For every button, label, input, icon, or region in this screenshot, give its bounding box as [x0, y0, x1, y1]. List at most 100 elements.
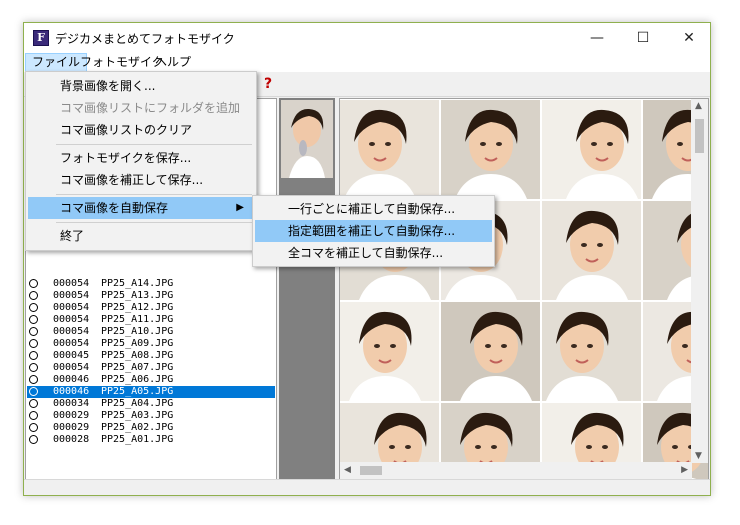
window-title: デジカメまとめてフォトモザイク — [55, 32, 235, 46]
menu-separator — [56, 144, 252, 145]
vertical-scroll-thumb[interactable] — [695, 119, 704, 153]
list-item-filename: PP25_A06.JPG — [101, 374, 174, 385]
radio-icon[interactable] — [29, 375, 38, 384]
preview-pane — [279, 98, 335, 480]
title-bar: F デジカメまとめてフォトモザイク — ☐ ✕ — [24, 23, 710, 53]
mosaic-tile — [441, 302, 540, 401]
list-item-filename: PP25_A13.JPG — [101, 290, 174, 301]
help-icon[interactable]: ? — [264, 76, 272, 92]
list-item-count: 000046 — [53, 386, 90, 397]
list-item-count: 000054 — [53, 302, 90, 313]
radio-icon[interactable] — [29, 351, 38, 360]
list-item-filename: PP25_A07.JPG — [101, 362, 174, 373]
mosaic-tile — [542, 100, 641, 199]
radio-icon[interactable] — [29, 387, 38, 396]
menu-save-corrected[interactable]: コマ画像を補正して保存... — [28, 169, 254, 191]
radio-icon[interactable] — [29, 435, 38, 444]
close-button[interactable]: ✕ — [666, 23, 712, 53]
list-item-filename: PP25_A11.JPG — [101, 314, 174, 325]
mosaic-tile — [542, 201, 641, 300]
menu-auto-save[interactable]: コマ画像を自動保存 ▶ — [28, 197, 254, 219]
mosaic-canvas[interactable]: ▲ ▼ ◀ ▶ — [339, 98, 709, 480]
radio-icon[interactable] — [29, 423, 38, 432]
list-item-filename: PP25_A10.JPG — [101, 326, 174, 337]
radio-icon[interactable] — [29, 291, 38, 300]
horizontal-scroll-thumb[interactable] — [360, 466, 382, 475]
scroll-up-icon[interactable]: ▲ — [695, 101, 702, 111]
list-item-count: 000054 — [53, 278, 90, 289]
list-item[interactable]: 000029 PP25_A03.JPG — [27, 410, 275, 422]
menu-save-mosaic[interactable]: フォトモザイクを保存... — [28, 147, 254, 169]
list-item[interactable]: 000046 PP25_A06.JPG — [27, 374, 275, 386]
list-item-filename: PP25_A03.JPG — [101, 410, 174, 421]
list-item[interactable]: 000054 PP25_A14.JPG — [27, 278, 275, 290]
scroll-left-icon[interactable]: ◀ — [344, 465, 351, 475]
radio-icon[interactable] — [29, 399, 38, 408]
list-item[interactable]: 000054 PP25_A07.JPG — [27, 362, 275, 374]
list-item[interactable]: 000046 PP25_A05.JPG — [27, 386, 275, 398]
list-item-count: 000034 — [53, 398, 90, 409]
radio-icon[interactable] — [29, 315, 38, 324]
file-menu-dropdown: 背景画像を開く... コマ画像リストにフォルダを追加 コマ画像リストのクリア フ… — [25, 71, 257, 251]
list-item-count: 000046 — [53, 374, 90, 385]
list-item-filename: PP25_A04.JPG — [101, 398, 174, 409]
list-item-count: 000028 — [53, 434, 90, 445]
submenu-all-auto-save[interactable]: 全コマを補正して自動保存... — [255, 242, 492, 264]
mosaic-tile — [340, 100, 439, 199]
list-item[interactable]: 000028 PP25_A01.JPG — [27, 434, 275, 446]
scroll-right-icon[interactable]: ▶ — [681, 465, 688, 475]
vertical-scrollbar[interactable]: ▲ ▼ — [691, 99, 708, 463]
list-item-filename: PP25_A05.JPG — [101, 386, 174, 397]
scroll-down-icon[interactable]: ▼ — [695, 451, 702, 461]
list-item-filename: PP25_A02.JPG — [101, 422, 174, 433]
list-item[interactable]: 000054 PP25_A10.JPG — [27, 326, 275, 338]
app-icon: F — [33, 30, 49, 46]
radio-icon[interactable] — [29, 279, 38, 288]
radio-icon[interactable] — [29, 303, 38, 312]
list-item-count: 000045 — [53, 350, 90, 361]
auto-save-submenu: 一行ごとに補正して自動保存... 指定範囲を補正して自動保存... 全コマを補正… — [252, 195, 495, 267]
list-item-filename: PP25_A09.JPG — [101, 338, 174, 349]
list-item[interactable]: 000054 PP25_A12.JPG — [27, 302, 275, 314]
list-item[interactable]: 000034 PP25_A04.JPG — [27, 398, 275, 410]
list-item[interactable]: 000029 PP25_A02.JPG — [27, 422, 275, 434]
submenu-row-auto-save[interactable]: 一行ごとに補正して自動保存... — [255, 198, 492, 220]
menu-clear-list[interactable]: コマ画像リストのクリア — [28, 119, 254, 141]
list-item[interactable]: 000045 PP25_A08.JPG — [27, 350, 275, 362]
menu-separator — [56, 222, 252, 223]
preview-thumbnail — [281, 100, 333, 178]
maximize-button[interactable]: ☐ — [620, 23, 666, 53]
list-item-count: 000054 — [53, 338, 90, 349]
list-item-count: 000054 — [53, 290, 90, 301]
list-item-count: 000054 — [53, 362, 90, 373]
submenu-arrow-icon: ▶ — [236, 202, 244, 213]
list-item-count: 000054 — [53, 314, 90, 325]
menu-add-folder: コマ画像リストにフォルダを追加 — [60, 101, 241, 115]
list-item-filename: PP25_A01.JPG — [101, 434, 174, 445]
menu-exit[interactable]: 終了 — [28, 225, 254, 247]
status-bar — [24, 479, 710, 495]
radio-icon[interactable] — [29, 327, 38, 336]
list-item[interactable]: 000054 PP25_A11.JPG — [27, 314, 275, 326]
menu-help[interactable]: ヘルプ — [149, 53, 197, 72]
radio-icon[interactable] — [29, 411, 38, 420]
list-item[interactable]: 000054 PP25_A09.JPG — [27, 338, 275, 350]
list-item-count: 000029 — [53, 410, 90, 421]
mosaic-tile — [340, 302, 439, 401]
menu-separator — [56, 194, 252, 195]
list-item-filename: PP25_A12.JPG — [101, 302, 174, 313]
mosaic-tile — [441, 100, 540, 199]
minimize-button[interactable]: — — [574, 23, 620, 53]
radio-icon[interactable] — [29, 363, 38, 372]
menu-auto-save-label: コマ画像を自動保存 — [60, 201, 169, 215]
menu-open-background[interactable]: 背景画像を開く... — [28, 75, 254, 97]
submenu-range-auto-save[interactable]: 指定範囲を補正して自動保存... — [255, 220, 492, 242]
menu-bar: ファイル フォトモザイク ヘルプ — [24, 53, 710, 72]
mosaic-tile — [542, 302, 641, 401]
list-item-count: 000029 — [53, 422, 90, 433]
horizontal-scrollbar[interactable]: ◀ ▶ — [340, 462, 692, 479]
list-item-count: 000054 — [53, 326, 90, 337]
list-item[interactable]: 000054 PP25_A13.JPG — [27, 290, 275, 302]
list-item-filename: PP25_A14.JPG — [101, 278, 174, 289]
radio-icon[interactable] — [29, 339, 38, 348]
